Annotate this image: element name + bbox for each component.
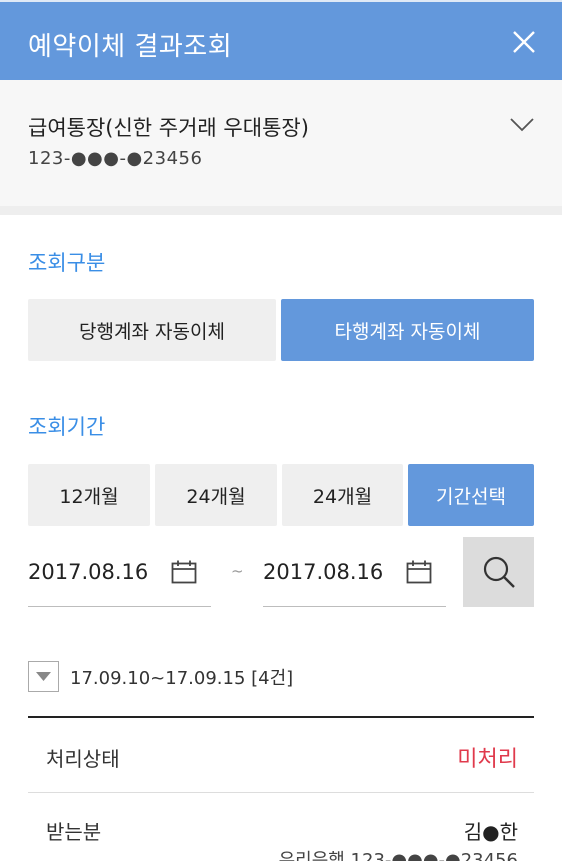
header-bar: 예약이체 결과조회 <box>0 0 562 80</box>
result-expand-toggle[interactable] <box>28 661 59 692</box>
result-divider <box>28 716 534 718</box>
date-range-separator: ~ <box>231 562 244 580</box>
section-divider <box>0 206 562 215</box>
status-label: 처리상태 <box>46 747 120 771</box>
account-name: 급여통장(신한 주거래 우대통장) <box>28 116 309 140</box>
close-icon[interactable] <box>512 30 536 54</box>
period-24-months-button[interactable]: 24개월 <box>155 464 277 526</box>
period-24-months-button-2[interactable]: 24개월 <box>282 464 403 526</box>
result-range-text: 17.09.10~17.09.15 [4건] <box>70 668 294 689</box>
status-value: 미처리 <box>457 747 518 772</box>
triangle-down-icon <box>36 672 51 681</box>
end-date-field[interactable]: 2017.08.16 <box>263 540 446 607</box>
inquiry-type-label: 조회구분 <box>28 251 106 275</box>
recipient-value: 김●한 <box>463 820 518 844</box>
account-number: 123-●●●-●23456 <box>28 148 203 169</box>
inquiry-period-label: 조회기간 <box>28 415 106 439</box>
calendar-icon[interactable] <box>171 560 197 584</box>
search-icon <box>483 556 515 588</box>
end-date-value: 2017.08.16 <box>263 560 384 584</box>
calendar-icon[interactable] <box>406 560 432 584</box>
start-date-value: 2017.08.16 <box>28 560 149 584</box>
chevron-down-icon[interactable] <box>510 117 534 133</box>
row-divider <box>28 792 534 793</box>
account-selector[interactable]: 급여통장(신한 주거래 우대통장) 123-●●●-●23456 <box>0 80 562 208</box>
tab-own-bank-transfer[interactable]: 당행계좌 자동이체 <box>28 299 276 361</box>
start-date-field[interactable]: 2017.08.16 <box>28 540 211 607</box>
page-title: 예약이체 결과조회 <box>28 32 233 62</box>
recipient-label: 받는분 <box>46 820 102 844</box>
tab-other-bank-transfer[interactable]: 타행계좌 자동이체 <box>281 299 534 361</box>
period-12-months-button[interactable]: 12개월 <box>28 464 150 526</box>
recipient-account: 우리은행 123-●●●-●23456 <box>278 850 518 861</box>
search-button[interactable] <box>463 537 534 607</box>
period-custom-button[interactable]: 기간선택 <box>408 464 534 526</box>
